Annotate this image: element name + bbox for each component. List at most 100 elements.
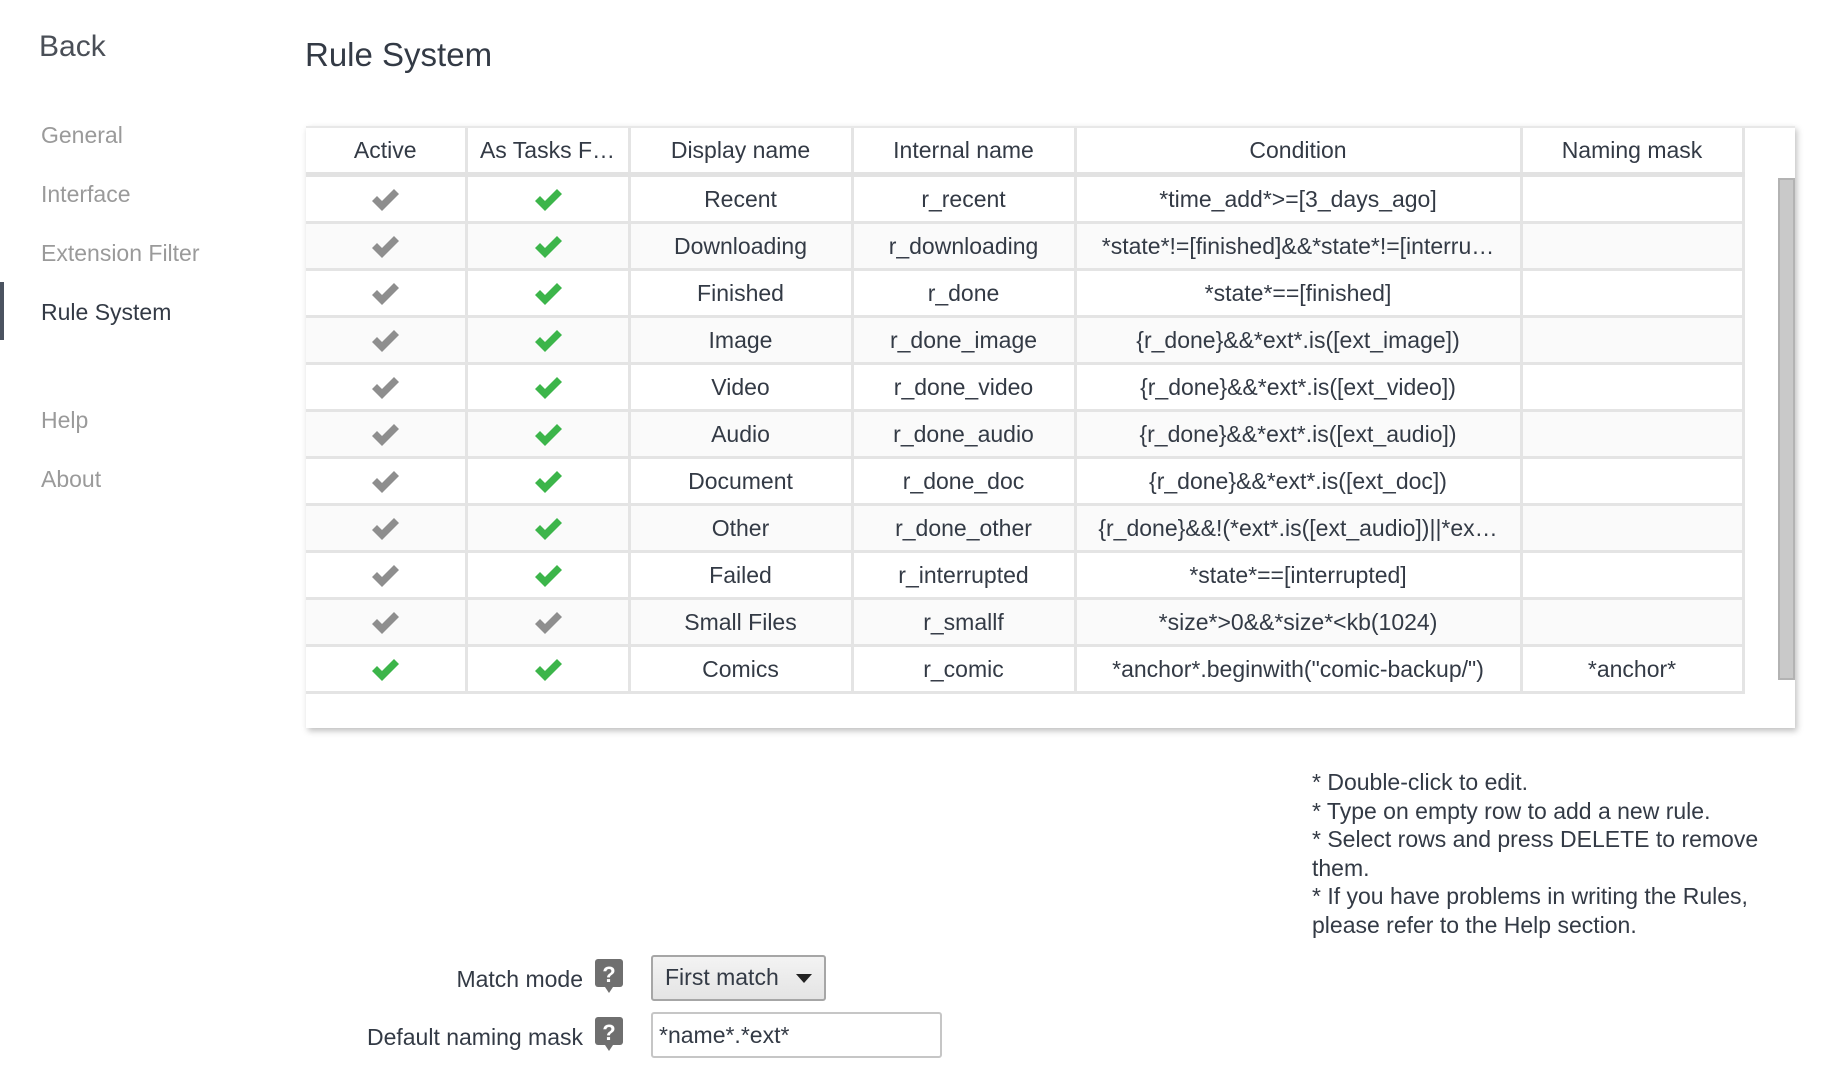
condition-cell[interactable]: {r_done}&&*ext*.is([ext_video]) bbox=[1073, 362, 1523, 412]
internal-name-cell[interactable]: r_recent bbox=[850, 173, 1077, 224]
check-on-icon[interactable] bbox=[533, 563, 563, 589]
check-off-icon[interactable] bbox=[370, 281, 400, 307]
display-name-cell[interactable]: Downloading bbox=[627, 221, 854, 271]
display-name-cell[interactable]: Failed bbox=[627, 550, 854, 600]
table-row[interactable]: Document r_done_doc {r_done}&&*ext*.is([ex… bbox=[306, 456, 1745, 506]
as-tasks-filter-cell[interactable] bbox=[464, 173, 631, 224]
help-question-icon[interactable]: ? bbox=[594, 958, 624, 996]
display-name-cell[interactable]: Finished bbox=[627, 268, 854, 318]
table-row[interactable]: Other r_done_other {r_done}&&!(*ext*.is([e… bbox=[306, 503, 1745, 553]
check-on-icon[interactable] bbox=[533, 516, 563, 542]
sidebar-item-rule-system[interactable]: Rule System bbox=[41, 299, 171, 326]
as-tasks-filter-cell[interactable] bbox=[464, 503, 631, 553]
display-name-cell[interactable]: Video bbox=[627, 362, 854, 412]
as-tasks-filter-cell[interactable] bbox=[464, 597, 631, 647]
naming-mask-cell[interactable] bbox=[1519, 550, 1745, 600]
sidebar-item-interface[interactable]: Interface bbox=[41, 181, 131, 208]
naming-mask-cell[interactable]: *anchor* bbox=[1519, 644, 1745, 694]
table-row[interactable]: Downloading r_downloading *state*!=[finish… bbox=[306, 221, 1745, 271]
column-header-as-tasks-filter[interactable]: As Tasks F… bbox=[464, 128, 631, 177]
active-cell[interactable] bbox=[306, 315, 468, 365]
table-row[interactable]: Comics r_comic *anchor*.beginwith("comic-b… bbox=[306, 644, 1745, 694]
check-off-icon[interactable] bbox=[370, 187, 400, 213]
naming-mask-cell[interactable] bbox=[1519, 503, 1745, 553]
default-naming-mask-input[interactable] bbox=[651, 1012, 942, 1058]
as-tasks-filter-cell[interactable] bbox=[464, 362, 631, 412]
naming-mask-cell[interactable] bbox=[1519, 362, 1745, 412]
condition-cell[interactable]: {r_done}&&*ext*.is([ext_image]) bbox=[1073, 315, 1523, 365]
condition-cell[interactable]: {r_done}&&*ext*.is([ext_doc]) bbox=[1073, 456, 1523, 506]
condition-cell[interactable]: *state*==[interrupted] bbox=[1073, 550, 1523, 600]
help-question-icon[interactable]: ? bbox=[594, 1016, 624, 1054]
check-off-icon[interactable] bbox=[370, 234, 400, 260]
naming-mask-cell[interactable] bbox=[1519, 268, 1745, 318]
active-cell[interactable] bbox=[306, 456, 468, 506]
as-tasks-filter-cell[interactable] bbox=[464, 409, 631, 459]
active-cell[interactable] bbox=[306, 644, 468, 694]
table-row[interactable]: Recent r_recent *time_add*>=[3_days_ago] bbox=[306, 173, 1745, 224]
column-header-display-name[interactable]: Display name bbox=[627, 128, 854, 177]
internal-name-cell[interactable]: r_done_audio bbox=[850, 409, 1077, 459]
table-row[interactable]: Image r_done_image {r_done}&&*ext*.is([ext… bbox=[306, 315, 1745, 365]
display-name-cell[interactable]: Comics bbox=[627, 644, 854, 694]
check-off-icon[interactable] bbox=[370, 516, 400, 542]
active-cell[interactable] bbox=[306, 221, 468, 271]
active-cell[interactable] bbox=[306, 362, 468, 412]
check-on-icon[interactable] bbox=[533, 281, 563, 307]
internal-name-cell[interactable]: r_done_image bbox=[850, 315, 1077, 365]
as-tasks-filter-cell[interactable] bbox=[464, 644, 631, 694]
match-mode-select[interactable]: First match bbox=[651, 955, 826, 1001]
naming-mask-cell[interactable] bbox=[1519, 173, 1745, 224]
active-cell[interactable] bbox=[306, 550, 468, 600]
check-on-icon[interactable] bbox=[533, 469, 563, 495]
check-on-icon[interactable] bbox=[533, 328, 563, 354]
column-header-condition[interactable]: Condition bbox=[1073, 128, 1523, 177]
column-header-naming-mask[interactable]: Naming mask bbox=[1519, 128, 1745, 177]
check-off-icon[interactable] bbox=[370, 469, 400, 495]
as-tasks-filter-cell[interactable] bbox=[464, 221, 631, 271]
internal-name-cell[interactable]: r_interrupted bbox=[850, 550, 1077, 600]
internal-name-cell[interactable]: r_done bbox=[850, 268, 1077, 318]
as-tasks-filter-cell[interactable] bbox=[464, 456, 631, 506]
condition-cell[interactable]: {r_done}&&!(*ext*.is([ext_audio])||*ex… bbox=[1073, 503, 1523, 553]
internal-name-cell[interactable]: r_downloading bbox=[850, 221, 1077, 271]
check-off-icon[interactable] bbox=[370, 328, 400, 354]
condition-cell[interactable]: {r_done}&&*ext*.is([ext_audio]) bbox=[1073, 409, 1523, 459]
check-on-icon[interactable] bbox=[533, 375, 563, 401]
sidebar-item-general[interactable]: General bbox=[41, 122, 123, 149]
active-cell[interactable] bbox=[306, 409, 468, 459]
as-tasks-filter-cell[interactable] bbox=[464, 315, 631, 365]
column-header-active[interactable]: Active bbox=[306, 128, 468, 177]
naming-mask-cell[interactable] bbox=[1519, 315, 1745, 365]
naming-mask-cell[interactable] bbox=[1519, 456, 1745, 506]
table-row[interactable]: Video r_done_video {r_done}&&*ext*.is([ext… bbox=[306, 362, 1745, 412]
condition-cell[interactable]: *time_add*>=[3_days_ago] bbox=[1073, 173, 1523, 224]
as-tasks-filter-cell[interactable] bbox=[464, 268, 631, 318]
display-name-cell[interactable]: Document bbox=[627, 456, 854, 506]
active-cell[interactable] bbox=[306, 503, 468, 553]
check-off-icon[interactable] bbox=[370, 375, 400, 401]
internal-name-cell[interactable]: r_done_video bbox=[850, 362, 1077, 412]
table-row[interactable]: Audio r_done_audio {r_done}&&*ext*.is([ext… bbox=[306, 409, 1745, 459]
table-row[interactable]: Finished r_done *state*==[finished] bbox=[306, 268, 1745, 318]
active-cell[interactable] bbox=[306, 597, 468, 647]
naming-mask-cell[interactable] bbox=[1519, 409, 1745, 459]
check-on-icon[interactable] bbox=[533, 657, 563, 683]
check-off-icon[interactable] bbox=[370, 563, 400, 589]
back-link[interactable]: Back bbox=[39, 30, 106, 64]
condition-cell[interactable]: *anchor*.beginwith("comic-backup/") bbox=[1073, 644, 1523, 694]
display-name-cell[interactable]: Recent bbox=[627, 173, 854, 224]
display-name-cell[interactable]: Audio bbox=[627, 409, 854, 459]
naming-mask-cell[interactable] bbox=[1519, 221, 1745, 271]
condition-cell[interactable]: *state*==[finished] bbox=[1073, 268, 1523, 318]
active-cell[interactable] bbox=[306, 268, 468, 318]
display-name-cell[interactable]: Other bbox=[627, 503, 854, 553]
naming-mask-cell[interactable] bbox=[1519, 597, 1745, 647]
check-off-icon[interactable] bbox=[370, 422, 400, 448]
table-scrollbar[interactable] bbox=[1778, 178, 1795, 680]
internal-name-cell[interactable]: r_comic bbox=[850, 644, 1077, 694]
check-off-icon[interactable] bbox=[533, 610, 563, 636]
internal-name-cell[interactable]: r_done_other bbox=[850, 503, 1077, 553]
check-on-icon[interactable] bbox=[370, 657, 400, 683]
internal-name-cell[interactable]: r_done_doc bbox=[850, 456, 1077, 506]
